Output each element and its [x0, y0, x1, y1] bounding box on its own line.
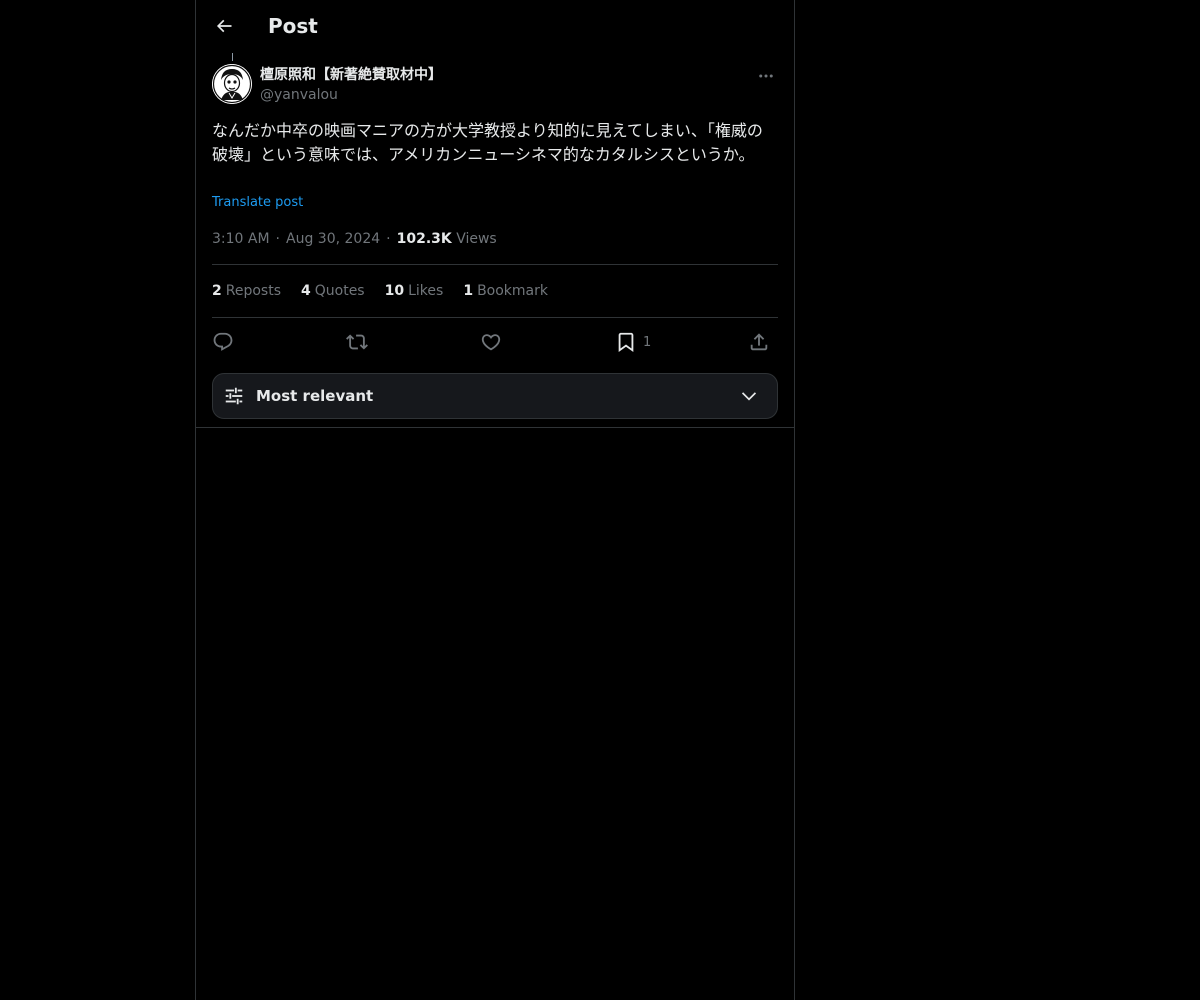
- bookmark-count: 1: [643, 334, 652, 350]
- engagement-stats: 2 Reposts 4 Quotes 10 Likes 1 Bookmark: [212, 281, 568, 301]
- stat-label: Bookmark: [477, 283, 548, 299]
- post-time[interactable]: 3:10 AM: [212, 231, 270, 247]
- back-button[interactable]: [208, 10, 240, 42]
- section-divider: [196, 427, 794, 428]
- stat-likes[interactable]: 10 Likes: [385, 281, 444, 301]
- author-display-name[interactable]: 檀原照和【新著絶賛取材中】: [260, 66, 442, 84]
- stat-label: Likes: [408, 283, 444, 299]
- thread-connector-line: [232, 53, 233, 61]
- stat-bookmarks[interactable]: 1 Bookmark: [463, 281, 548, 301]
- divider: [212, 317, 778, 318]
- stat-count: 10: [384, 283, 405, 299]
- stat-count: 4: [301, 283, 311, 299]
- like-button[interactable]: [480, 328, 502, 356]
- chevron-down-icon: [741, 392, 757, 401]
- author-handle[interactable]: @yanvalou: [260, 86, 338, 104]
- stat-count: 2: [212, 283, 222, 299]
- sort-label: Most relevant: [256, 387, 374, 405]
- views-label: Views: [456, 231, 497, 247]
- post-meta: 3:10 AM · Aug 30, 2024 · 102.3K Views: [212, 229, 497, 249]
- reply-icon: [213, 332, 233, 351]
- avatar[interactable]: [212, 64, 252, 104]
- share-button[interactable]: [748, 328, 770, 356]
- stat-quotes[interactable]: 4 Quotes: [301, 281, 365, 301]
- meta-separator: ·: [386, 231, 391, 247]
- divider: [212, 264, 778, 265]
- post-actions: 1: [212, 328, 778, 356]
- arrow-left-icon: [216, 19, 232, 33]
- views-count: 102.3K: [396, 231, 452, 247]
- heart-icon: [481, 334, 501, 351]
- more-options-button[interactable]: [754, 64, 778, 88]
- repost-icon: [346, 334, 368, 350]
- reply-sort-dropdown[interactable]: Most relevant: [212, 373, 778, 419]
- bookmark-button[interactable]: 1: [615, 328, 651, 356]
- meta-separator: ·: [275, 231, 280, 247]
- page-title: Post: [268, 14, 318, 38]
- page-header: Post: [196, 0, 794, 53]
- reply-button[interactable]: [212, 328, 234, 356]
- main-column: Post 檀原照和【新著絶賛取材中】 @yanvalou なんだか中卒の映画マニ…: [195, 0, 795, 1000]
- post-date[interactable]: Aug 30, 2024: [286, 231, 380, 247]
- stat-label: Reposts: [225, 283, 281, 299]
- more-horizontal-icon: [759, 74, 773, 78]
- post-author: 檀原照和【新著絶賛取材中】 @yanvalou: [212, 64, 778, 108]
- bookmark-icon: [618, 332, 634, 353]
- post-text: なんだか中卒の映画マニアの方が大学教授より知的に見えてしまい、「権威の破壊」とい…: [212, 121, 763, 164]
- stat-reposts[interactable]: 2 Reposts: [212, 281, 281, 301]
- stat-count: 1: [463, 283, 474, 299]
- repost-button[interactable]: [346, 328, 368, 356]
- translate-post-link[interactable]: Translate post: [212, 194, 303, 212]
- sliders-icon: [225, 387, 243, 405]
- share-icon: [750, 333, 768, 351]
- stat-label: Quotes: [314, 283, 365, 299]
